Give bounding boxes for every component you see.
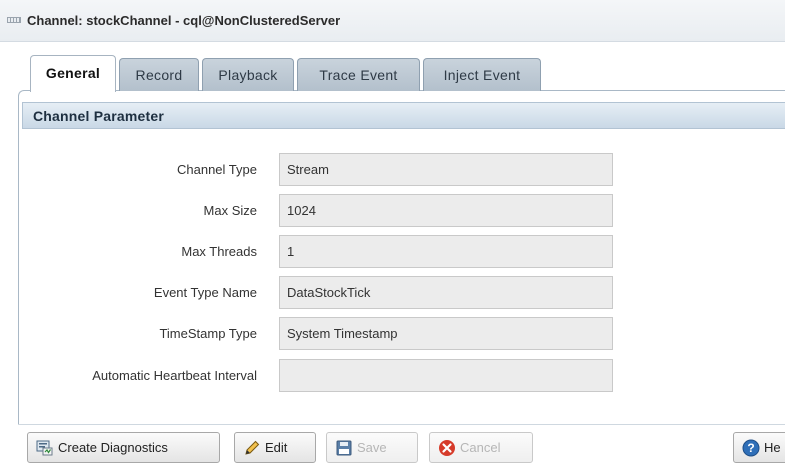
edit-button[interactable]: Edit — [234, 432, 316, 463]
channel-type-label: Channel Type — [177, 162, 257, 177]
create-diagnostics-button[interactable]: Create Diagnostics — [27, 432, 220, 463]
pencil-icon — [245, 440, 260, 455]
field-row-heartbeat-interval: Automatic Heartbeat Interval — [0, 359, 785, 393]
help-label: He — [764, 440, 781, 455]
max-threads-field[interactable]: 1 — [279, 235, 613, 268]
tab-inject-event[interactable]: Inject Event — [423, 58, 541, 91]
window-title: Channel: stockChannel - cql@NonClustered… — [27, 13, 341, 28]
event-type-name-label: Event Type Name — [153, 285, 257, 300]
svg-text:?: ? — [747, 441, 754, 455]
timestamp-type-label: TimeStamp Type — [159, 326, 257, 341]
cancel-button[interactable]: Cancel — [429, 432, 533, 463]
tab-record[interactable]: Record — [119, 58, 199, 91]
cancel-icon — [439, 440, 455, 456]
help-button[interactable]: ? He — [733, 432, 785, 463]
title-bar: Channel: stockChannel - cql@NonClustered… — [0, 0, 785, 42]
heartbeat-interval-field[interactable] — [279, 359, 613, 392]
help-icon: ? — [742, 439, 760, 457]
field-row-timestamp-type: TimeStamp Type System Timestamp — [0, 317, 785, 351]
heartbeat-interval-label: Automatic Heartbeat Interval — [92, 368, 257, 383]
field-row-channel-type: Channel Type Stream — [0, 153, 785, 187]
field-row-max-size: Max Size 1024 — [0, 194, 785, 228]
section-header: Channel Parameter — [22, 102, 785, 129]
diagnostics-icon — [36, 440, 53, 456]
tab-trace-event[interactable]: Trace Event — [297, 58, 420, 91]
save-label: Save — [357, 440, 387, 455]
edit-label: Edit — [265, 440, 288, 455]
max-size-label: Max Size — [203, 203, 257, 218]
timestamp-type-field[interactable]: System Timestamp — [279, 317, 613, 350]
cancel-label: Cancel — [460, 440, 501, 455]
tab-general[interactable]: General — [30, 55, 116, 92]
save-button[interactable]: Save — [326, 432, 418, 463]
floppy-icon — [336, 440, 352, 456]
event-type-name-field[interactable]: DataStockTick — [279, 276, 613, 309]
channel-type-field[interactable]: Stream — [279, 153, 613, 186]
field-row-max-threads: Max Threads 1 — [0, 235, 785, 269]
tab-playback[interactable]: Playback — [202, 58, 294, 91]
field-row-event-type-name: Event Type Name DataStockTick — [0, 276, 785, 310]
footer-divider — [18, 424, 785, 425]
max-size-field[interactable]: 1024 — [279, 194, 613, 227]
grip-icon[interactable] — [7, 17, 21, 23]
max-threads-label: Max Threads — [181, 244, 257, 259]
create-diagnostics-label: Create Diagnostics — [58, 440, 168, 455]
